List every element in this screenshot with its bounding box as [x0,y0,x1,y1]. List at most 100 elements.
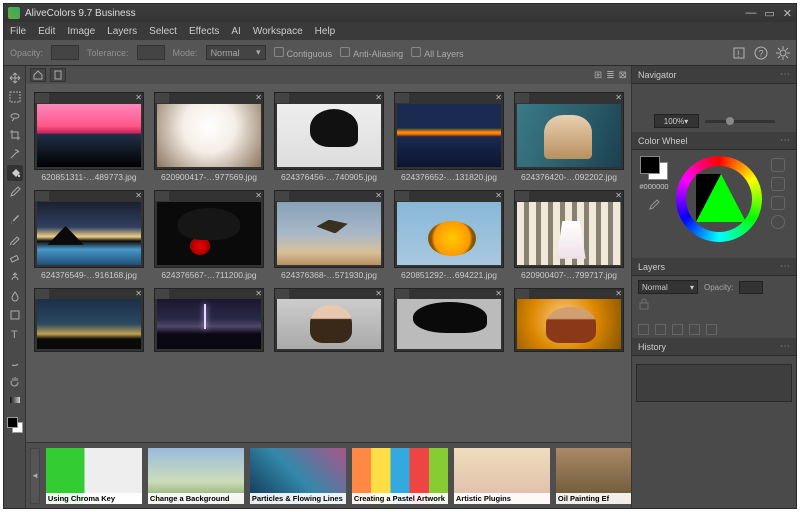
fx-icon[interactable] [689,324,700,335]
menu-effects[interactable]: Effects [189,26,219,37]
thumbnail[interactable]: ✕624376368-…571930.jpg [274,190,384,280]
close-icon[interactable]: ✕ [255,191,262,200]
menu-select[interactable]: Select [149,26,177,37]
thumbnail[interactable]: ✕624376456-…740905.jpg [274,92,384,182]
antialias-checkbox[interactable]: Anti-Aliasing [340,47,403,59]
zoom-slider[interactable] [705,120,775,123]
thumbnail[interactable]: ✕ [514,288,624,354]
thumbnail[interactable]: ✕ [394,288,504,354]
brush-tool[interactable] [7,212,23,228]
gradient-tool[interactable] [7,392,23,408]
history-header[interactable]: History⋯ [632,338,796,356]
lock-icon[interactable] [638,298,650,310]
mask-icon[interactable] [672,324,683,335]
tutorial-item[interactable]: Particles & Flowing Lines [250,448,346,504]
eraser-tool[interactable] [7,250,23,266]
menu-ai[interactable]: AI [231,26,240,37]
notification-icon[interactable]: ! [732,46,746,60]
tolerance-value[interactable] [137,45,165,60]
cw-mode3-icon[interactable] [771,196,785,210]
color-wheel[interactable] [676,156,762,242]
thumbnail[interactable]: ✕624376652-…131820.jpg [394,92,504,182]
blur-tool[interactable] [7,288,23,304]
thumbnail[interactable]: ✕620851292-…694221.jpg [394,190,504,280]
text-tool[interactable]: T [7,326,23,342]
color-swatches[interactable] [640,156,668,180]
tutorial-item[interactable]: Using Chroma Key [46,448,142,504]
thumbnail[interactable]: ✕ [274,288,384,354]
tutorial-item[interactable]: Oil Painting Ef [556,448,631,504]
close-icon[interactable]: ✕ [615,289,622,298]
layer-opacity-value[interactable] [739,281,763,294]
alllayers-checkbox[interactable]: All Layers [411,47,464,59]
close-icon[interactable]: ✕ [615,191,622,200]
thumbnail[interactable]: ✕624376567-…711200.jpg [154,190,264,280]
eyedropper-tool[interactable] [7,184,23,200]
crop-tool[interactable] [7,127,23,143]
clone-tool[interactable] [7,269,23,285]
help-icon[interactable]: ? [754,46,768,60]
layers-header[interactable]: Layers⋯ [632,258,796,276]
menu-layers[interactable]: Layers [107,26,137,37]
tutorial-item[interactable]: Artistic Plugins [454,448,550,504]
zoom-value[interactable]: 100% ▾ [654,114,699,128]
tutorial-item[interactable]: Creating a Pastel Artwork [352,448,448,504]
hand-tool[interactable] [7,373,23,389]
close-icon[interactable]: ✕ [135,191,142,200]
wand-tool[interactable] [7,146,23,162]
contiguous-checkbox[interactable]: Contiguous [274,47,333,59]
close-button[interactable]: ✕ [783,7,792,20]
menu-edit[interactable]: Edit [38,26,55,37]
settings-icon[interactable] [776,46,790,60]
close-icon[interactable]: ✕ [615,93,622,102]
grid-view-icon[interactable]: ⊞ [594,70,602,81]
move-tool[interactable] [7,70,23,86]
home-tab[interactable] [30,68,46,82]
cw-mode1-icon[interactable] [771,158,785,172]
close-icon[interactable]: ✕ [255,289,262,298]
close-icon[interactable]: ✕ [495,93,502,102]
thumbnail[interactable]: ✕620900407-…799717.jpg [514,190,624,280]
delete-layer-icon[interactable] [706,324,717,335]
menu-workspace[interactable]: Workspace [253,26,303,37]
close-icon[interactable]: ✕ [135,289,142,298]
bucket-tool[interactable] [7,165,23,181]
close-icon[interactable]: ✕ [255,93,262,102]
menu-file[interactable]: File [10,26,26,37]
navigator-header[interactable]: Navigator⋯ [632,66,796,84]
minimize-button[interactable]: — [745,7,756,20]
menu-help[interactable]: Help [315,26,336,37]
close-icon[interactable]: ✕ [495,289,502,298]
thumbnail[interactable]: ✕ [154,288,264,354]
maximize-button[interactable]: ▭ [764,7,774,20]
new-layer-icon[interactable] [638,324,649,335]
thumbnail[interactable]: ✕620900417-…977569.jpg [154,92,264,182]
close-icon[interactable]: ✕ [375,93,382,102]
strip-prev[interactable]: ◄ [30,448,40,504]
lasso-tool[interactable] [7,108,23,124]
close-icon[interactable]: ✕ [375,191,382,200]
smudge-tool[interactable] [7,354,23,370]
shape-tool[interactable] [7,307,23,323]
opacity-value[interactable] [51,45,79,60]
list-view-icon[interactable]: ≣ [606,70,614,81]
close-icon[interactable]: ✕ [495,191,502,200]
close-icon[interactable]: ✕ [135,93,142,102]
file-browser[interactable]: ✕620851311-…489773.jpg✕620900417-…977569… [26,84,631,442]
tutorial-item[interactable]: Change a Background [148,448,244,504]
thumbnail[interactable]: ✕624376420-…092202.jpg [514,92,624,182]
cw-mode4-icon[interactable] [771,215,785,229]
close-browser-icon[interactable]: ⊠ [619,70,627,81]
blend-mode-select[interactable]: Normal▾ [638,280,698,294]
cw-mode2-icon[interactable] [771,177,785,191]
eyedropper-icon[interactable] [648,199,660,211]
mode-select[interactable]: Normal▾ [206,45,266,60]
hex-value[interactable]: #000000 [639,182,668,191]
thumbnail[interactable]: ✕620851311-…489773.jpg [34,92,144,182]
pencil-tool[interactable] [7,231,23,247]
thumbnail[interactable]: ✕624376549-…916168.jpg [34,190,144,280]
selection-tool[interactable] [7,89,23,105]
close-icon[interactable]: ✕ [375,289,382,298]
new-group-icon[interactable] [655,324,666,335]
thumbnail[interactable]: ✕ [34,288,144,354]
